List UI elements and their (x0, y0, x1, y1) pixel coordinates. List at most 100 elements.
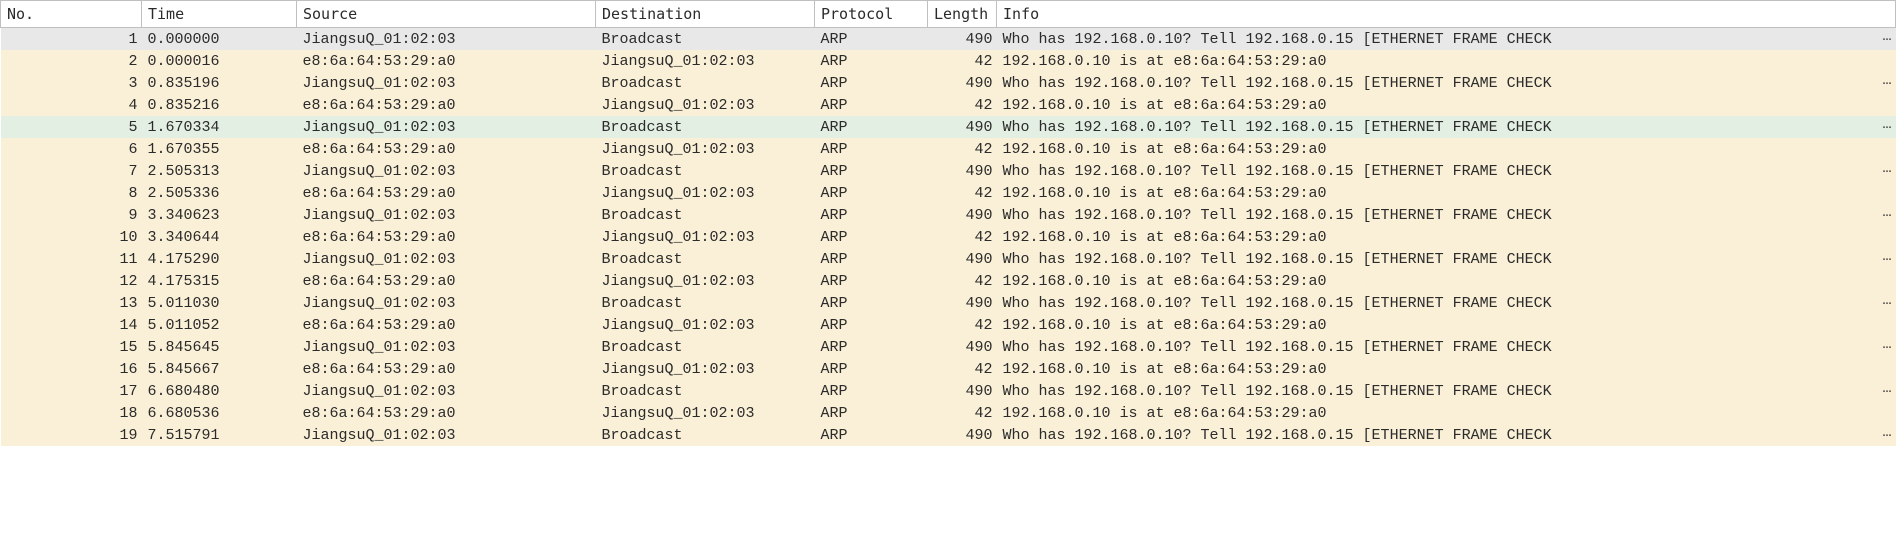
cell-no: 18 (1, 402, 142, 424)
cell-source: e8:6a:64:53:29:a0 (297, 94, 596, 116)
cell-protocol: ARP (815, 292, 928, 314)
ellipsis-icon: … (1882, 28, 1891, 45)
cell-no: 19 (1, 424, 142, 446)
cell-info: Who has 192.168.0.10? Tell 192.168.0.15 … (997, 336, 1896, 358)
packet-list-header[interactable]: No. Time Source Destination Protocol Len… (1, 1, 1896, 28)
table-row[interactable]: 176.680480JiangsuQ_01:02:03BroadcastARP4… (1, 380, 1896, 402)
table-row[interactable]: 114.175290JiangsuQ_01:02:03BroadcastARP4… (1, 248, 1896, 270)
cell-destination: Broadcast (596, 292, 815, 314)
cell-protocol: ARP (815, 116, 928, 138)
cell-protocol: ARP (815, 424, 928, 446)
cell-no: 2 (1, 50, 142, 72)
cell-length: 490 (928, 28, 997, 51)
cell-protocol: ARP (815, 380, 928, 402)
cell-length: 490 (928, 160, 997, 182)
cell-source: JiangsuQ_01:02:03 (297, 380, 596, 402)
table-row[interactable]: 135.011030JiangsuQ_01:02:03BroadcastARP4… (1, 292, 1896, 314)
cell-protocol: ARP (815, 72, 928, 94)
ellipsis-icon: … (1882, 336, 1891, 353)
cell-time: 5.845667 (142, 358, 297, 380)
cell-time: 2.505313 (142, 160, 297, 182)
cell-destination: JiangsuQ_01:02:03 (596, 50, 815, 72)
cell-destination: Broadcast (596, 336, 815, 358)
table-row[interactable]: 155.845645JiangsuQ_01:02:03BroadcastARP4… (1, 336, 1896, 358)
cell-protocol: ARP (815, 182, 928, 204)
cell-no: 8 (1, 182, 142, 204)
cell-length: 42 (928, 50, 997, 72)
cell-length: 42 (928, 138, 997, 160)
cell-source: JiangsuQ_01:02:03 (297, 248, 596, 270)
column-header-protocol[interactable]: Protocol (815, 1, 928, 28)
table-row[interactable]: 10.000000JiangsuQ_01:02:03BroadcastARP49… (1, 28, 1896, 51)
column-header-destination[interactable]: Destination (596, 1, 815, 28)
cell-length: 42 (928, 226, 997, 248)
ellipsis-icon: … (1882, 292, 1891, 309)
cell-length: 490 (928, 292, 997, 314)
packet-list-table[interactable]: No. Time Source Destination Protocol Len… (0, 0, 1896, 446)
cell-destination: Broadcast (596, 28, 815, 51)
cell-source: e8:6a:64:53:29:a0 (297, 270, 596, 292)
cell-protocol: ARP (815, 270, 928, 292)
table-row[interactable]: 30.835196JiangsuQ_01:02:03BroadcastARP49… (1, 72, 1896, 94)
table-row[interactable]: 186.680536e8:6a:64:53:29:a0JiangsuQ_01:0… (1, 402, 1896, 424)
column-header-length[interactable]: Length (928, 1, 997, 28)
table-row[interactable]: 20.000016e8:6a:64:53:29:a0JiangsuQ_01:02… (1, 50, 1896, 72)
table-row[interactable]: 197.515791JiangsuQ_01:02:03BroadcastARP4… (1, 424, 1896, 446)
cell-destination: Broadcast (596, 424, 815, 446)
cell-protocol: ARP (815, 138, 928, 160)
table-row[interactable]: 51.670334JiangsuQ_01:02:03BroadcastARP49… (1, 116, 1896, 138)
table-row[interactable]: 165.845667e8:6a:64:53:29:a0JiangsuQ_01:0… (1, 358, 1896, 380)
ellipsis-icon: … (1882, 160, 1891, 177)
cell-protocol: ARP (815, 160, 928, 182)
column-header-source[interactable]: Source (297, 1, 596, 28)
table-row[interactable]: 61.670355e8:6a:64:53:29:a0JiangsuQ_01:02… (1, 138, 1896, 160)
cell-no: 15 (1, 336, 142, 358)
packet-list-body[interactable]: 10.000000JiangsuQ_01:02:03BroadcastARP49… (1, 28, 1896, 447)
cell-length: 490 (928, 116, 997, 138)
cell-time: 5.011030 (142, 292, 297, 314)
cell-length: 490 (928, 204, 997, 226)
cell-time: 6.680536 (142, 402, 297, 424)
cell-protocol: ARP (815, 50, 928, 72)
cell-time: 0.000016 (142, 50, 297, 72)
cell-info: 192.168.0.10 is at e8:6a:64:53:29:a0 (997, 270, 1896, 292)
table-row[interactable]: 103.340644e8:6a:64:53:29:a0JiangsuQ_01:0… (1, 226, 1896, 248)
cell-no: 13 (1, 292, 142, 314)
cell-destination: JiangsuQ_01:02:03 (596, 270, 815, 292)
cell-source: e8:6a:64:53:29:a0 (297, 182, 596, 204)
cell-time: 4.175315 (142, 270, 297, 292)
cell-destination: JiangsuQ_01:02:03 (596, 314, 815, 336)
column-header-no[interactable]: No. (1, 1, 142, 28)
cell-length: 490 (928, 72, 997, 94)
cell-length: 42 (928, 402, 997, 424)
cell-info: 192.168.0.10 is at e8:6a:64:53:29:a0 (997, 182, 1896, 204)
cell-time: 5.011052 (142, 314, 297, 336)
cell-time: 0.000000 (142, 28, 297, 51)
cell-info: Who has 192.168.0.10? Tell 192.168.0.15 … (997, 160, 1896, 182)
cell-info: 192.168.0.10 is at e8:6a:64:53:29:a0 (997, 50, 1896, 72)
cell-no: 14 (1, 314, 142, 336)
table-row[interactable]: 93.340623JiangsuQ_01:02:03BroadcastARP49… (1, 204, 1896, 226)
cell-info: Who has 192.168.0.10? Tell 192.168.0.15 … (997, 72, 1896, 94)
cell-source: JiangsuQ_01:02:03 (297, 72, 596, 94)
table-row[interactable]: 40.835216e8:6a:64:53:29:a0JiangsuQ_01:02… (1, 94, 1896, 116)
cell-info: 192.168.0.10 is at e8:6a:64:53:29:a0 (997, 314, 1896, 336)
cell-info: 192.168.0.10 is at e8:6a:64:53:29:a0 (997, 94, 1896, 116)
cell-info: 192.168.0.10 is at e8:6a:64:53:29:a0 (997, 402, 1896, 424)
cell-destination: JiangsuQ_01:02:03 (596, 358, 815, 380)
table-row[interactable]: 82.505336e8:6a:64:53:29:a0JiangsuQ_01:02… (1, 182, 1896, 204)
cell-protocol: ARP (815, 336, 928, 358)
cell-info: 192.168.0.10 is at e8:6a:64:53:29:a0 (997, 226, 1896, 248)
column-header-info[interactable]: Info (997, 1, 1896, 28)
cell-destination: JiangsuQ_01:02:03 (596, 226, 815, 248)
ellipsis-icon: … (1882, 248, 1891, 265)
column-header-time[interactable]: Time (142, 1, 297, 28)
cell-time: 5.845645 (142, 336, 297, 358)
cell-length: 490 (928, 424, 997, 446)
cell-info: Who has 192.168.0.10? Tell 192.168.0.15 … (997, 28, 1896, 51)
ellipsis-icon: … (1882, 204, 1891, 221)
table-row[interactable]: 145.011052e8:6a:64:53:29:a0JiangsuQ_01:0… (1, 314, 1896, 336)
cell-length: 42 (928, 314, 997, 336)
table-row[interactable]: 124.175315e8:6a:64:53:29:a0JiangsuQ_01:0… (1, 270, 1896, 292)
table-row[interactable]: 72.505313JiangsuQ_01:02:03BroadcastARP49… (1, 160, 1896, 182)
